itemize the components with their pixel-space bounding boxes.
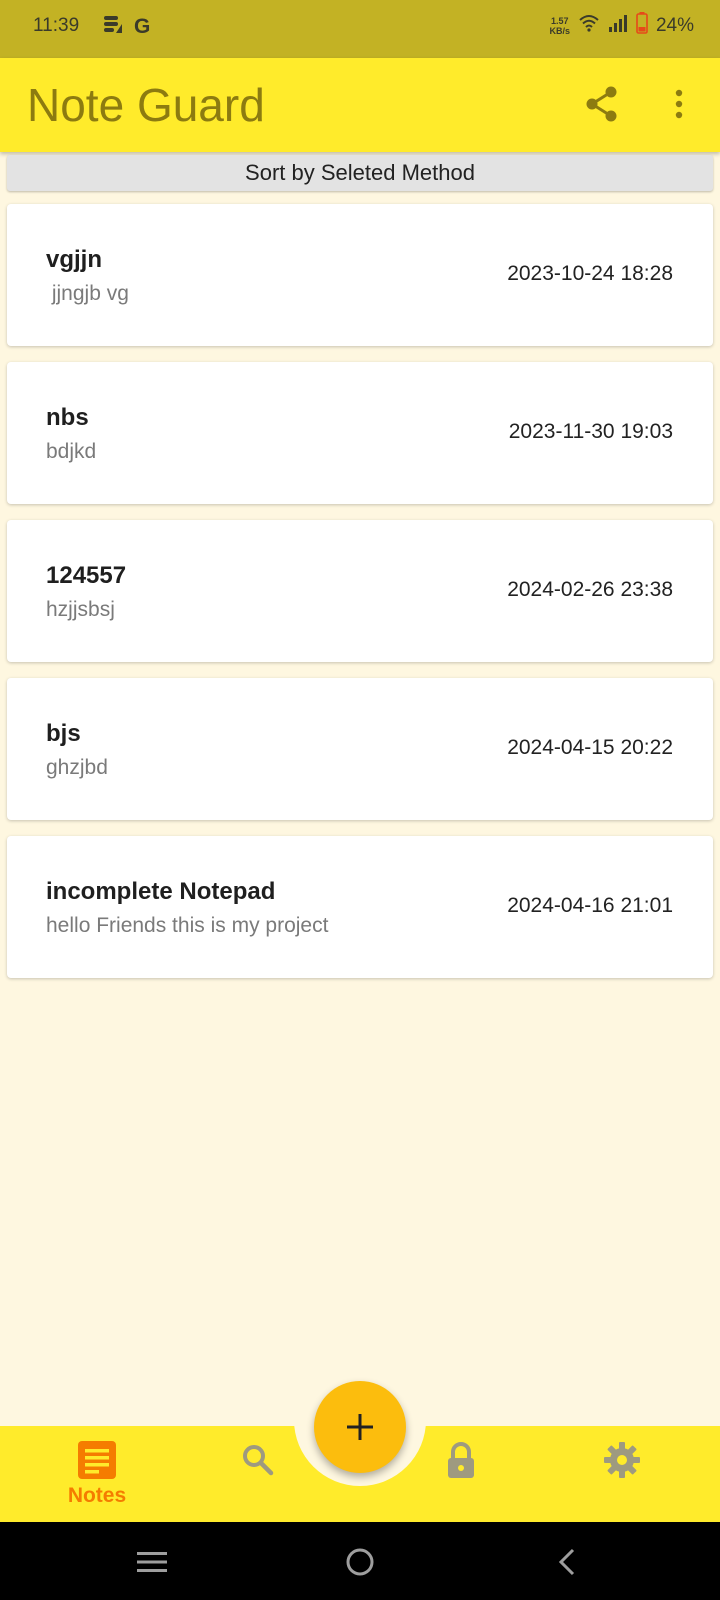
note-card[interactable]: 124557 hzjjsbsj 2024-02-26 23:38 [7, 520, 713, 662]
back-chevron-icon [558, 1548, 575, 1576]
sort-button[interactable]: Sort by Seleted Method [7, 155, 713, 191]
lock-icon [448, 1442, 474, 1478]
nav-item-search[interactable] [218, 1440, 298, 1510]
wifi-icon [578, 13, 600, 38]
note-date: 2024-04-16 21:01 [507, 894, 673, 917]
battery-icon [636, 12, 648, 39]
note-card[interactable]: incomplete Notepad hello Friends this is… [7, 836, 713, 978]
note-date: 2024-04-15 20:22 [507, 736, 673, 759]
data-saver-icon [102, 13, 124, 40]
notes-icon [78, 1441, 116, 1479]
note-title: nbs [46, 404, 89, 431]
nav-item-lock[interactable] [421, 1440, 501, 1510]
note-body: ghzjbd [46, 756, 108, 779]
nav-item-settings[interactable] [582, 1440, 662, 1510]
note-card[interactable]: nbs bdjkd 2023-11-30 19:03 [7, 362, 713, 504]
status-right: 1.57 KB/s 24% [549, 12, 694, 39]
nav-item-notes[interactable]: Notes [57, 1440, 137, 1510]
network-speed-unit: KB/s [549, 25, 570, 36]
status-bar: 11:39 G 1.57 KB/s 24% [0, 0, 720, 58]
note-body: jjngjb vg [46, 282, 129, 305]
note-title: bjs [46, 720, 81, 747]
share-button[interactable] [582, 84, 622, 124]
network-speed: 1.57 KB/s [549, 16, 570, 36]
more-vert-icon [675, 89, 683, 119]
add-note-button[interactable] [314, 1381, 406, 1473]
status-time: 11:39 [33, 15, 80, 36]
gear-icon [604, 1442, 640, 1478]
note-date: 2023-11-30 19:03 [508, 420, 673, 443]
home-circle-icon [346, 1548, 374, 1576]
note-title: vgjjn [46, 246, 103, 273]
note-card[interactable]: vgjjn jjngjb vg 2023-10-24 18:28 [7, 204, 713, 346]
app-bar: Note Guard [0, 58, 720, 152]
back-button[interactable] [548, 1542, 588, 1582]
google-icon: G [134, 14, 151, 38]
battery-percent: 24% [655, 14, 694, 36]
search-icon [243, 1445, 274, 1476]
signal-icon [608, 14, 628, 37]
plus-icon [347, 1414, 373, 1440]
app-title: Note Guard [27, 79, 265, 131]
menu-icon [137, 1552, 167, 1572]
share-icon [586, 86, 617, 122]
home-button[interactable] [340, 1542, 380, 1582]
note-body: bdjkd [46, 440, 97, 463]
note-card[interactable]: bjs ghzjbd 2024-04-15 20:22 [7, 678, 713, 820]
note-title: 124557 [46, 562, 127, 589]
note-date: 2024-02-26 23:38 [507, 578, 673, 601]
note-body: hello Friends this is my project [46, 914, 329, 937]
note-body: hzjjsbsj [46, 598, 115, 621]
status-left-icons: G [102, 13, 150, 40]
network-speed-value: 1.57 [550, 15, 569, 26]
system-navigation-bar [0, 1522, 720, 1600]
more-options-button[interactable] [664, 84, 694, 124]
note-date: 2023-10-24 18:28 [507, 262, 673, 285]
nav-label-notes: Notes [67, 1484, 127, 1507]
note-title: incomplete Notepad [46, 878, 276, 905]
recent-apps-button[interactable] [132, 1542, 172, 1582]
